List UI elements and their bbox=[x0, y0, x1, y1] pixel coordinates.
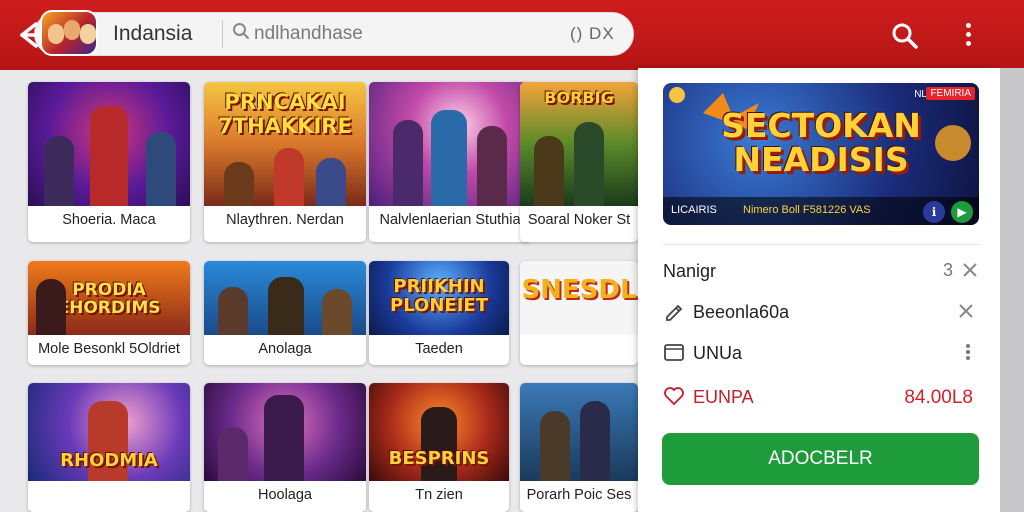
more-vertical-icon[interactable] bbox=[958, 20, 978, 50]
detail-row-label: UNUa bbox=[693, 343, 743, 363]
detail-row-label: Beeonla60a bbox=[693, 302, 790, 322]
banner-flag-icon: NL bbox=[914, 89, 927, 100]
banner-footer-left: LICAIRIS bbox=[671, 204, 717, 216]
search-input[interactable] bbox=[254, 22, 554, 46]
game-card[interactable]: Hoolaga bbox=[204, 383, 366, 512]
featured-banner[interactable]: NL FEMIRIA SECTOKAN NEADISIS LICAIRIS Ni… bbox=[663, 83, 979, 225]
game-thumbnail: PRNCAKAI 7THAKKIRE bbox=[204, 82, 366, 206]
game-art-title: SNESDL bbox=[521, 275, 637, 305]
game-art-title: BESPRINS bbox=[388, 448, 490, 469]
game-thumbnail: BESPRINS bbox=[369, 383, 509, 481]
game-card[interactable]: PRIIKHIN PLONEIET Taeden bbox=[369, 261, 509, 365]
game-title: Porarh Poic Ses bbox=[526, 487, 632, 503]
banner-footer: LICAIRIS Nimero Boll F581226 VAS ℹ ▶ bbox=[663, 197, 979, 225]
top-app-bar: Indansia () DX bbox=[0, 0, 1024, 70]
game-art-title: PRIIKHIN PLONEIET bbox=[390, 276, 488, 316]
game-thumbnail bbox=[369, 82, 531, 206]
price-value: 84.00L8 bbox=[904, 387, 973, 408]
game-title: Nlaythren. Nerdan bbox=[226, 212, 344, 228]
game-card[interactable]: PRNCAKAI 7THAKKIRE Nlaythren. Nerdan bbox=[204, 82, 366, 242]
game-thumbnail: BORBIG bbox=[520, 82, 638, 206]
detail-row-window[interactable]: UNUa bbox=[663, 335, 979, 371]
game-title: Hoolaga bbox=[257, 487, 312, 503]
close-icon[interactable] bbox=[957, 302, 975, 325]
close-icon[interactable] bbox=[961, 261, 979, 284]
divider bbox=[663, 244, 979, 245]
game-card[interactable]: RHODMIA bbox=[28, 383, 190, 512]
game-card[interactable]: BESPRINS Tn zien bbox=[369, 383, 509, 512]
game-title: Taeden bbox=[415, 341, 463, 357]
game-title: Shoeria. Maca bbox=[62, 212, 156, 228]
game-art-title: PRNCAKAI 7THAKKIRE bbox=[218, 90, 352, 138]
game-grid: Shoeria. Maca PRNCAKAI 7THAKKIRE Nlaythr… bbox=[0, 70, 640, 512]
game-card[interactable]: Anolaga bbox=[204, 261, 366, 365]
game-card[interactable]: Nalvlenlaerian Stuthia bbox=[369, 82, 531, 242]
game-card[interactable]: Porarh Poic Ses bbox=[520, 383, 638, 512]
search-icon bbox=[232, 22, 250, 40]
game-detail-panel: NL FEMIRIA SECTOKAN NEADISIS LICAIRIS Ni… bbox=[638, 68, 1000, 512]
app-screen: Indansia () DX Shoeria. Maca PRNCAKAI 7T… bbox=[0, 0, 1024, 512]
game-title: Tn zien bbox=[415, 487, 463, 503]
app-logo bbox=[40, 10, 98, 56]
game-title bbox=[28, 481, 190, 487]
game-thumbnail bbox=[520, 383, 638, 481]
game-thumbnail: RHODMIA bbox=[28, 383, 190, 481]
game-title: Soaral Noker St bbox=[527, 212, 631, 228]
game-card[interactable]: PRODIA EHORDIMS Mole Besonkl 5Oldriet bbox=[28, 261, 190, 365]
game-thumbnail bbox=[204, 383, 366, 481]
detail-row-label: EUNPA bbox=[693, 387, 754, 407]
game-thumbnail: PRODIA EHORDIMS bbox=[28, 261, 190, 335]
detail-row-price: EUNPA 84.00L8 bbox=[663, 379, 979, 415]
game-art-title: RHODMIA bbox=[60, 450, 158, 471]
app-title: Indansia bbox=[113, 22, 193, 45]
game-card[interactable]: SNESDL bbox=[520, 261, 638, 365]
game-art-title: BORBIG bbox=[544, 88, 614, 107]
game-title bbox=[520, 335, 638, 341]
game-title: Anolaga bbox=[258, 341, 312, 357]
game-card[interactable]: BORBIG Soaral Noker St bbox=[520, 82, 638, 242]
heart-icon[interactable] bbox=[663, 385, 685, 407]
play-icon[interactable]: ▶ bbox=[951, 201, 973, 223]
detail-row-label: Nanigr bbox=[663, 261, 717, 281]
game-title: Mole Besonkl 5Oldriet bbox=[38, 341, 180, 357]
banner-footer-info: Nimero Boll F581226 VAS bbox=[743, 204, 871, 216]
game-thumbnail: SNESDL bbox=[520, 261, 638, 335]
banner-badge: FEMIRIA bbox=[926, 87, 975, 100]
game-thumbnail: PRIIKHIN PLONEIET bbox=[369, 261, 509, 335]
banner-title: SECTOKAN NEADISIS bbox=[721, 106, 921, 179]
info-icon[interactable]: ℹ bbox=[923, 201, 945, 223]
game-card[interactable]: Shoeria. Maca bbox=[28, 82, 190, 242]
detail-row-edit[interactable]: Beeonla60a bbox=[663, 294, 979, 330]
window-icon bbox=[663, 341, 685, 363]
detail-row-value: 3 bbox=[942, 260, 953, 280]
game-title: Nalvlenlaerian Stuthia bbox=[379, 212, 521, 228]
primary-action-button[interactable]: ADOCBELR bbox=[662, 433, 979, 485]
game-thumbnail bbox=[204, 261, 366, 335]
scrollbar-track[interactable] bbox=[1000, 68, 1024, 512]
detail-row-name: Nanigr 3 bbox=[663, 253, 979, 289]
more-vertical-icon[interactable] bbox=[965, 343, 971, 366]
search-button-icon[interactable] bbox=[890, 21, 920, 51]
divider bbox=[222, 20, 223, 48]
game-thumbnail bbox=[28, 82, 190, 206]
edit-icon bbox=[663, 300, 685, 322]
filter-tag[interactable]: () DX bbox=[570, 24, 615, 44]
